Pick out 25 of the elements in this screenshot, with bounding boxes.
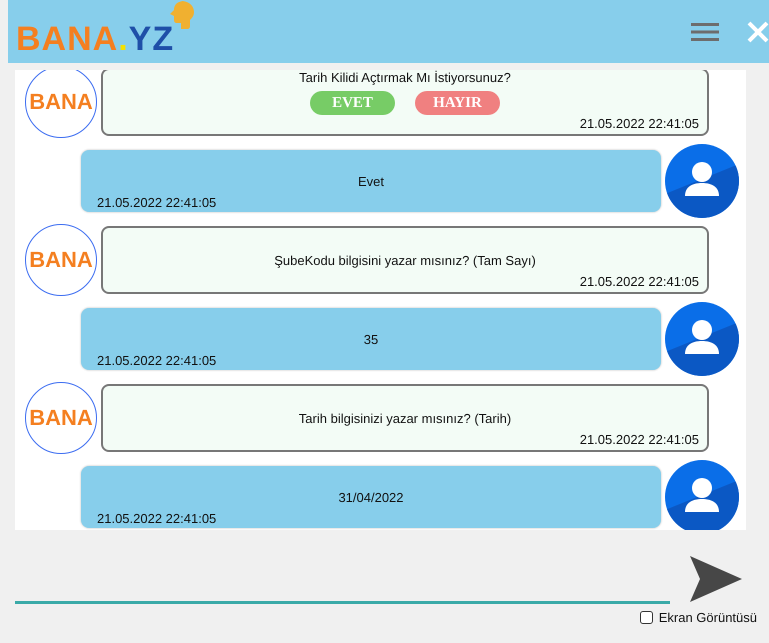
logo-text: BANA (16, 22, 118, 56)
close-icon[interactable] (747, 20, 769, 42)
yes-button[interactable]: EVET (310, 91, 395, 115)
message-text: Evet (356, 174, 385, 189)
message-time: 21.05.2022 22:41:05 (97, 511, 216, 526)
bot-avatar: BANA (25, 382, 97, 454)
message-time: 21.05.2022 22:41:05 (97, 195, 216, 210)
message-time: 21.05.2022 22:41:05 (97, 353, 216, 368)
message-text: 31/04/2022 (337, 490, 405, 505)
checkbox-label: Ekran Görüntüsü (658, 610, 757, 625)
logo-dot: . (118, 22, 129, 56)
message-text: Tarih bilgisinizi yazar mısınız? (Tarih) (298, 410, 512, 426)
message-time: 21.05.2022 22:41:05 (580, 116, 699, 131)
message-text: 35 (362, 332, 380, 347)
menu-icon[interactable] (691, 22, 719, 42)
message-text: Tarih Kilidi Açtırmak Mı İstiyorsunuz? (299, 70, 511, 85)
send-icon[interactable] (688, 554, 744, 604)
message-time: 21.05.2022 22:41:05 (580, 432, 699, 447)
logo-text: YZ (128, 22, 174, 56)
screenshot-checkbox[interactable] (640, 611, 653, 624)
bot-avatar: BANA (25, 224, 97, 296)
message-text: ŞubeKodu bilgisini yazar mısınız? (Tam Sayı) (274, 252, 536, 268)
no-button[interactable]: HAYIR (415, 91, 500, 115)
bot-avatar: BANA (25, 70, 97, 138)
message-time: 21.05.2022 22:41:05 (580, 274, 699, 289)
